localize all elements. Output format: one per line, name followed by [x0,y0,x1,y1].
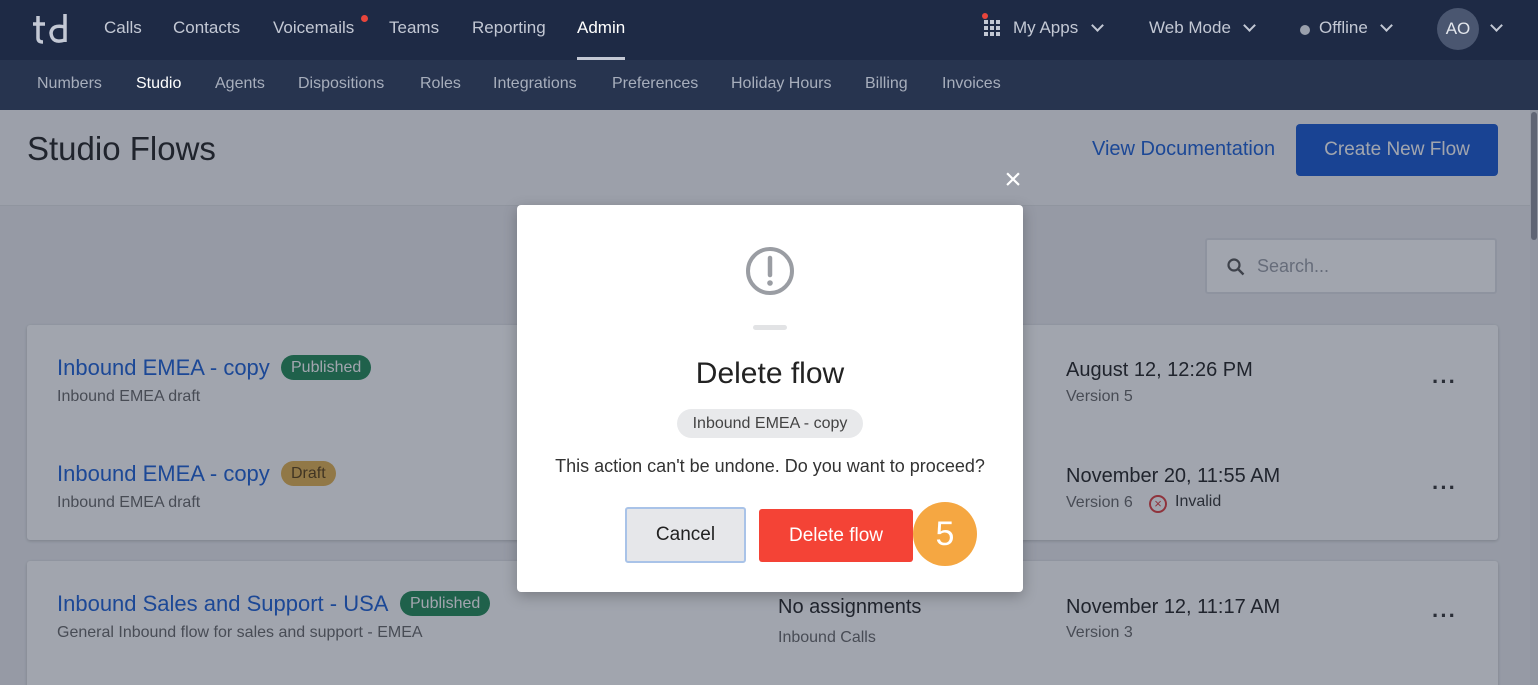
chevron-down-icon[interactable] [1380,19,1393,32]
subnav-numbers[interactable]: Numbers [37,60,102,110]
subnav-studio[interactable]: Studio [136,60,181,110]
subnav-roles[interactable]: Roles [420,60,461,110]
chevron-down-icon[interactable] [1490,19,1503,32]
td-logo[interactable] [32,12,72,46]
admin-sub-navigation: Numbers Studio Agents Dispositions Roles… [0,60,1538,110]
subnav-billing[interactable]: Billing [865,60,908,110]
apps-notification-dot [982,13,988,19]
chevron-down-icon[interactable] [1243,19,1256,32]
nav-calls[interactable]: Calls [104,0,142,60]
avatar[interactable]: AO [1437,8,1479,50]
delete-flow-button[interactable]: Delete flow [759,509,913,562]
nav-teams[interactable]: Teams [389,0,439,60]
chevron-down-icon[interactable] [1091,19,1104,32]
subnav-integrations[interactable]: Integrations [493,60,577,110]
voicemail-notification-dot [361,15,368,22]
nav-contacts[interactable]: Contacts [173,0,240,60]
warning-icon [746,247,794,295]
subnav-invoices[interactable]: Invoices [942,60,1001,110]
step-number-badge: 5 [913,502,977,566]
top-navigation: Calls Contacts Voicemails Teams Reportin… [0,0,1538,60]
apps-grid-icon [984,20,1000,36]
subnav-holiday-hours[interactable]: Holiday Hours [731,60,831,110]
subnav-preferences[interactable]: Preferences [612,60,698,110]
status-dot-icon [1300,25,1310,35]
my-apps-menu[interactable]: My Apps [1013,0,1078,60]
dialog-title: Delete flow [695,357,845,390]
web-mode-menu[interactable]: Web Mode [1149,0,1231,60]
subnav-dispositions[interactable]: Dispositions [298,60,384,110]
divider [753,325,787,330]
nav-admin[interactable]: Admin [577,0,626,60]
nav-reporting[interactable]: Reporting [472,0,546,60]
flow-name-chip: Inbound EMEA - copy [676,409,864,438]
status-menu[interactable]: Offline [1319,0,1368,60]
cancel-button[interactable]: Cancel [625,507,746,563]
nav-voicemails[interactable]: Voicemails [273,0,354,60]
subnav-agents[interactable]: Agents [215,60,265,110]
flow-name-chip-row: Inbound EMEA - copy [517,409,1023,438]
close-icon[interactable]: × [1001,165,1025,195]
dialog-message: This action can't be undone. Do you want… [555,456,985,476]
